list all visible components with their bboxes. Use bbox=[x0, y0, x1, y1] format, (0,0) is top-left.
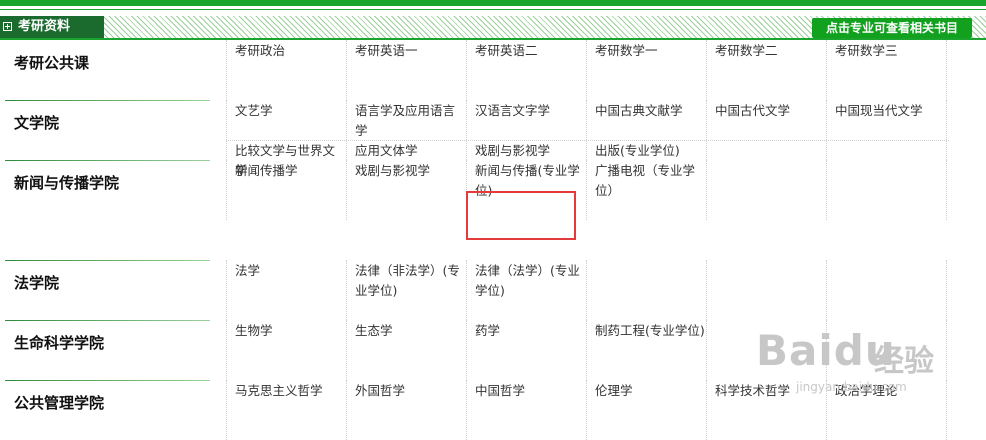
major-link[interactable]: 新闻传播学 bbox=[229, 161, 349, 181]
major-link[interactable]: 考研数学二 bbox=[709, 41, 829, 61]
major-link[interactable]: 中国现当代文学 bbox=[829, 101, 949, 121]
column-separator bbox=[226, 260, 227, 320]
column-separator bbox=[946, 160, 947, 220]
column-separator bbox=[946, 260, 947, 320]
major-link[interactable]: 应用文体学 bbox=[349, 141, 469, 161]
top-green-line bbox=[0, 9, 986, 10]
major-link[interactable]: 制药工程(专业学位) bbox=[589, 321, 709, 341]
major-link[interactable]: 伦理学 bbox=[589, 381, 709, 401]
category-row: 考研公共课 考研政治 考研英语一 考研英语二 考研数学一 考研数学二 考研数学三 bbox=[0, 40, 986, 100]
column-separator bbox=[946, 320, 947, 380]
category-divider bbox=[5, 160, 210, 161]
major-link[interactable]: 法律（非法学）(专业学位) bbox=[349, 261, 469, 301]
category-label: 考研公共课 bbox=[14, 54, 90, 72]
major-link[interactable]: 出版(专业学位) bbox=[589, 141, 709, 161]
section-title-text: 考研资料 bbox=[18, 19, 71, 34]
category-label: 法学院 bbox=[14, 274, 60, 292]
column-separator bbox=[226, 380, 227, 440]
major-link[interactable]: 生态学 bbox=[349, 321, 469, 341]
major-link[interactable]: 考研英语一 bbox=[349, 41, 469, 61]
column-separator bbox=[226, 160, 227, 220]
expand-plus-icon[interactable] bbox=[3, 22, 12, 31]
category-label: 生命科学学院 bbox=[14, 334, 105, 352]
major-link[interactable]: 法律（法学）(专业学位) bbox=[469, 261, 589, 301]
highlight-box bbox=[466, 191, 576, 240]
major-link[interactable]: 外国哲学 bbox=[349, 381, 469, 401]
category-label: 文学院 bbox=[14, 114, 60, 132]
major-link[interactable]: 马克思主义哲学 bbox=[229, 381, 349, 401]
major-link[interactable]: 中国古代文学 bbox=[709, 101, 829, 121]
major-link[interactable]: 政治学理论 bbox=[829, 381, 949, 401]
major-link[interactable]: 语言学及应用语言学 bbox=[349, 101, 469, 141]
column-separator bbox=[826, 320, 827, 380]
major-link[interactable]: 考研数学一 bbox=[589, 41, 709, 61]
column-separator bbox=[826, 260, 827, 320]
category-divider bbox=[5, 100, 210, 101]
section-title: 考研资料 bbox=[0, 16, 104, 38]
view-booklist-button[interactable]: 点击专业可查看相关书目 bbox=[812, 18, 972, 38]
category-divider bbox=[5, 320, 210, 321]
major-link[interactable]: 中国古典文献学 bbox=[589, 101, 709, 121]
category-label: 新闻与传播学院 bbox=[14, 174, 120, 192]
major-link[interactable]: 中国哲学 bbox=[469, 381, 589, 401]
category-divider bbox=[5, 380, 210, 381]
section-header: 考研资料 点击专业可查看相关书目 bbox=[0, 16, 986, 38]
major-link[interactable]: 药学 bbox=[469, 321, 589, 341]
major-link[interactable]: 文艺学 bbox=[229, 101, 349, 121]
top-green-bar bbox=[0, 0, 986, 6]
major-link[interactable]: 考研英语二 bbox=[469, 41, 589, 61]
column-separator bbox=[226, 40, 227, 100]
major-link[interactable]: 法学 bbox=[229, 261, 349, 281]
major-link[interactable]: 考研数学三 bbox=[829, 41, 949, 61]
major-link[interactable]: 戏剧与影视学 bbox=[349, 161, 469, 181]
category-row: 公共管理学院 马克思主义哲学 外国哲学 中国哲学 伦理学 科学技术哲学 政治学理论 bbox=[0, 380, 986, 440]
category-label: 公共管理学院 bbox=[14, 394, 105, 412]
column-separator bbox=[226, 320, 227, 380]
major-link[interactable]: 考研政治 bbox=[229, 41, 349, 61]
major-link[interactable]: 广播电视（专业学位） bbox=[589, 161, 709, 201]
major-link[interactable]: 汉语言文字学 bbox=[469, 101, 589, 121]
major-link[interactable]: 生物学 bbox=[229, 321, 349, 341]
category-row: 生命科学学院 生物学 生态学 药学 制药工程(专业学位) bbox=[0, 320, 986, 380]
major-link[interactable]: 科学技术哲学 bbox=[709, 381, 829, 401]
category-divider bbox=[5, 260, 210, 261]
column-separator bbox=[826, 160, 827, 220]
category-row: 法学院 法学 法律（非法学）(专业学位) 法律（法学）(专业学位) bbox=[0, 260, 986, 320]
major-link[interactable]: 戏剧与影视学 bbox=[469, 141, 589, 161]
column-separator bbox=[706, 260, 707, 320]
